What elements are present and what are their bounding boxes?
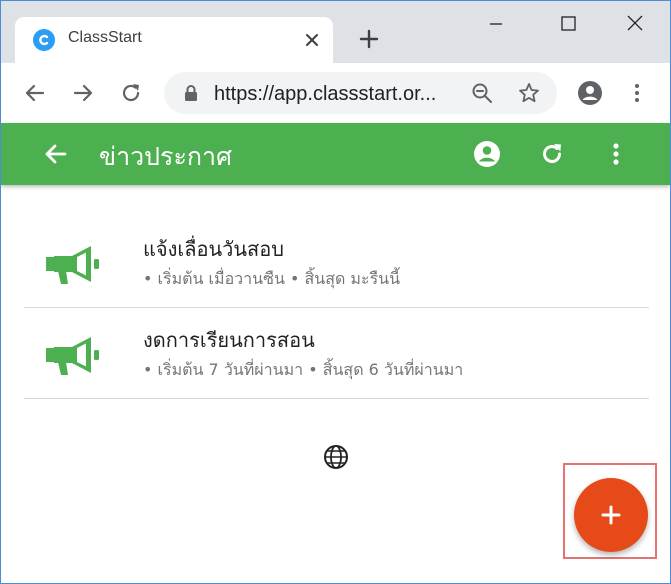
add-announcement-button[interactable]	[574, 478, 648, 552]
new-tab-icon[interactable]	[357, 27, 381, 51]
more-options-icon[interactable]	[602, 140, 630, 168]
account-icon[interactable]	[473, 140, 501, 168]
back-icon[interactable]	[23, 81, 47, 105]
back-arrow-icon[interactable]	[42, 140, 70, 168]
announcement-title: งดการเรียนการสอน	[143, 328, 315, 352]
tab-title: ClassStart	[68, 29, 142, 46]
announcement-list: แจ้งเลื่อนวันสอบ • เริ่มต้น เมื่อวานซืน …	[24, 217, 649, 399]
plus-icon	[601, 505, 621, 525]
minimize-icon[interactable]	[474, 9, 518, 39]
announcement-item[interactable]: แจ้งเลื่อนวันสอบ • เริ่มต้น เมื่อวานซืน …	[24, 217, 649, 308]
address-bar[interactable]: https://app.classstart.or...	[164, 72, 557, 114]
announcement-item[interactable]: งดการเรียนการสอน • เริ่มต้น 7 วันที่ผ่าน…	[24, 308, 649, 399]
url-text: https://app.classstart.or...	[214, 83, 437, 105]
page-title: ข่าวประกาศ	[99, 142, 232, 171]
forward-icon[interactable]	[71, 81, 95, 105]
megaphone-icon	[46, 246, 99, 284]
browser-tab[interactable]: ClassStart	[15, 17, 333, 63]
profile-avatar-icon[interactable]	[577, 80, 603, 106]
refresh-icon[interactable]	[538, 140, 566, 168]
reload-icon[interactable]	[119, 81, 143, 105]
browser-menu-icon[interactable]	[625, 81, 649, 105]
window-close-icon[interactable]	[613, 9, 657, 39]
browser-toolbar: https://app.classstart.or...	[1, 63, 670, 123]
classstart-favicon-icon	[33, 29, 55, 51]
megaphone-icon	[46, 337, 99, 375]
lock-icon[interactable]	[182, 83, 200, 103]
tab-strip: ClassStart	[1, 1, 670, 63]
announcement-dates: • เริ่มต้น เมื่อวานซืน • สิ้นสุด มะรืนนี…	[143, 269, 401, 288]
app-bar: ข่าวประกาศ	[1, 123, 670, 185]
maximize-icon[interactable]	[546, 9, 590, 39]
announcement-dates: • เริ่มต้น 7 วันที่ผ่านมา • สิ้นสุด 6 วั…	[143, 360, 464, 379]
zoom-out-icon[interactable]	[470, 81, 494, 105]
tab-close-icon[interactable]	[301, 29, 323, 51]
browser-window: ClassStart https://app.classstart.or... …	[0, 0, 671, 584]
announcement-title: แจ้งเลื่อนวันสอบ	[143, 237, 284, 261]
language-globe-icon[interactable]	[323, 444, 349, 470]
bookmark-star-icon[interactable]	[517, 81, 541, 105]
